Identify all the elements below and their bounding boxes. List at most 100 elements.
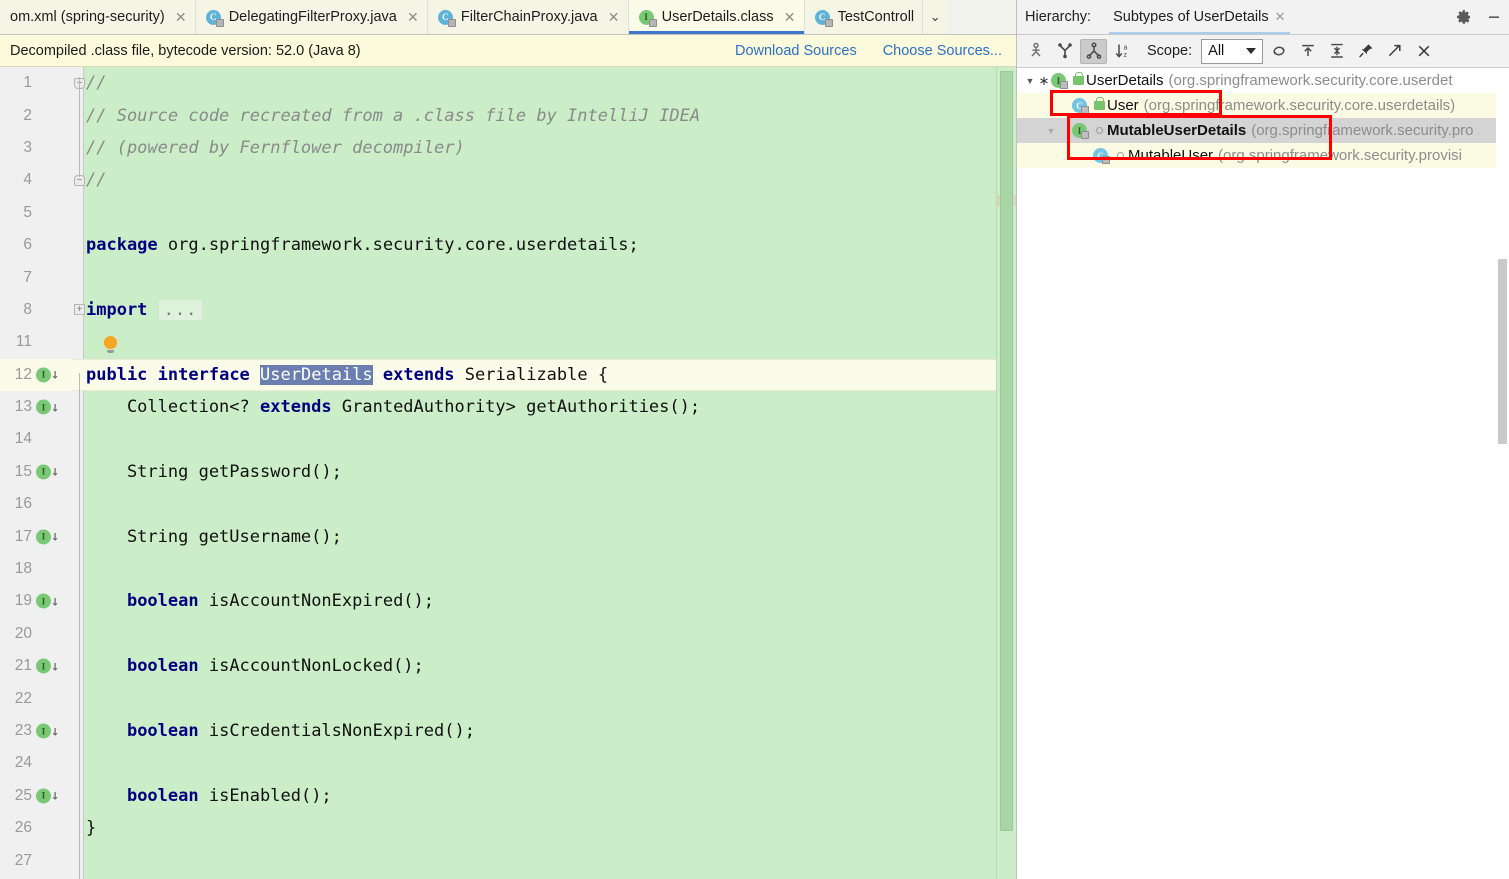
choose-sources-link[interactable]: Choose Sources... (883, 43, 1002, 59)
code-line[interactable]: −// (72, 67, 1016, 99)
code-line[interactable]: boolean isAccountNonLocked(); (72, 650, 1016, 682)
gutter-row[interactable]: 17 I ↓ (0, 520, 72, 552)
gutter-row[interactable]: 12 I ↓ (0, 358, 72, 391)
tab-overflow-chevron-down-icon[interactable]: ⌄ (923, 0, 948, 34)
gutter-row[interactable]: 18 (0, 553, 72, 585)
settings-gear-icon[interactable] (1449, 0, 1479, 34)
gutter-row[interactable]: 16 (0, 488, 72, 520)
gutter-row[interactable]: 3 (0, 132, 72, 164)
code-line[interactable]: boolean isAccountNonExpired(); (72, 585, 1016, 617)
hierarchy-tree-row[interactable]: ▼ ∗ I UserDetails (org.springframework.secur… (1017, 68, 1509, 93)
close-icon[interactable]: ✕ (784, 10, 796, 24)
hierarchy-tab-subtypes[interactable]: Subtypes of UserDetails ✕ (1109, 0, 1290, 34)
implemented-by-gutter-icon[interactable]: I ↓ (36, 367, 59, 383)
editor-tab-1[interactable]: C DelegatingFilterProxy.java ✕ (195, 0, 428, 34)
gutter-row[interactable]: 2 (0, 99, 72, 131)
code-line[interactable]: // Source code recreated from a .class f… (72, 99, 1016, 131)
code-line[interactable]: + import ... (72, 294, 1016, 326)
code-line[interactable] (72, 423, 1016, 455)
scope-select[interactable]: All (1201, 38, 1264, 64)
gutter-row[interactable]: 15 I ↓ (0, 456, 72, 488)
code-line[interactable]: // (powered by Fernflower decompiler) (72, 132, 1016, 164)
refresh-icon[interactable] (1265, 39, 1292, 64)
code-line[interactable]: Collection<? extends GrantedAuthority> g… (72, 391, 1016, 423)
code-line[interactable] (72, 488, 1016, 520)
gutter-row[interactable]: 21 I ↓ (0, 650, 72, 682)
gutter-row[interactable]: 6 (0, 229, 72, 261)
pin-icon[interactable] (1352, 39, 1379, 64)
hierarchy-scroll-thumb[interactable] (1498, 259, 1507, 444)
gutter-row[interactable]: 5 (0, 197, 72, 229)
type-hierarchy-icon[interactable] (1022, 39, 1049, 64)
gutter-row[interactable]: 1 (0, 67, 72, 99)
gutter-row[interactable]: 22 (0, 682, 72, 714)
subtypes-hierarchy-icon[interactable] (1080, 38, 1107, 64)
implemented-by-gutter-icon[interactable]: I ↓ (36, 593, 59, 609)
supertypes-hierarchy-icon[interactable] (1051, 39, 1078, 64)
implemented-by-gutter-icon[interactable]: I ↓ (36, 788, 59, 804)
gutter-row[interactable]: 26 (0, 812, 72, 844)
intention-bulb-icon[interactable] (104, 335, 117, 353)
sort-alphabetically-icon[interactable]: az (1109, 39, 1136, 64)
implemented-by-gutter-icon[interactable]: I ↓ (36, 658, 59, 674)
code-line[interactable] (72, 326, 1016, 358)
export-icon[interactable] (1381, 39, 1408, 64)
code-line[interactable] (72, 682, 1016, 714)
gutter-row[interactable]: 24 (0, 747, 72, 779)
editor-tab-0[interactable]: om.xml (spring-security) ✕ (0, 0, 196, 34)
hierarchy-tree-row[interactable]: ▼ I MutableUserDetails (org.springframework… (1017, 118, 1509, 143)
gutter-row[interactable]: 13 I ↓ (0, 391, 72, 423)
code-area[interactable]: 1 2 3 4 5 6 7 8 11 12 I ↓ 13 I ↓ 14 15 I ↓ 16 17 I ↓ 18 19 I ↓ 20 21… (0, 67, 1016, 879)
editor-vertical-scrollbar[interactable] (996, 67, 1016, 879)
code-line[interactable] (72, 197, 1016, 229)
expand-all-icon[interactable] (1294, 39, 1321, 64)
gutter-row[interactable]: 27 (0, 844, 72, 876)
code-line[interactable] (72, 553, 1016, 585)
implemented-by-gutter-icon[interactable]: I ↓ (36, 464, 59, 480)
editor-tab-4[interactable]: C TestControll (804, 0, 924, 34)
code-line[interactable]: public interface UserDetails extends Ser… (72, 358, 1016, 391)
implemented-by-gutter-icon[interactable]: I ↓ (36, 529, 59, 545)
fold-expand-icon[interactable]: + (74, 304, 85, 316)
minimize-icon[interactable] (1479, 0, 1509, 34)
gutter-row[interactable]: 7 (0, 261, 72, 293)
close-icon[interactable]: ✕ (175, 10, 187, 24)
close-icon[interactable]: ✕ (608, 10, 620, 24)
gutter-row[interactable]: 14 (0, 423, 72, 455)
implemented-by-gutter-icon[interactable]: I ↓ (36, 723, 59, 739)
chevron-down-icon[interactable]: ▼ (1022, 76, 1038, 86)
gutter-row[interactable]: 11 (0, 326, 72, 358)
code-line[interactable]: String getUsername(); (72, 520, 1016, 552)
code-line[interactable] (72, 261, 1016, 293)
chevron-down-icon[interactable]: ▼ (1043, 126, 1059, 136)
hierarchy-tree-row[interactable]: C User (org.springframework.security.core.… (1017, 93, 1509, 118)
gutter-row[interactable]: 20 (0, 618, 72, 650)
gutter-row[interactable]: 4 (0, 164, 72, 196)
code-line[interactable]: boolean isCredentialsNonExpired(); (72, 715, 1016, 747)
code-line[interactable]: package org.springframework.security.cor… (72, 229, 1016, 261)
editor-scroll-thumb[interactable] (1000, 71, 1013, 831)
gutter-row[interactable]: 23 I ↓ (0, 715, 72, 747)
collapse-all-icon[interactable] (1323, 39, 1350, 64)
hierarchy-vertical-scrollbar[interactable] (1496, 69, 1509, 879)
editor-tab-2[interactable]: C FilterChainProxy.java ✕ (427, 0, 629, 34)
code-line[interactable]: −// (72, 164, 1016, 196)
implemented-by-gutter-icon[interactable]: I ↓ (36, 399, 59, 415)
gutter-row[interactable]: 25 I ↓ (0, 780, 72, 812)
editor-gutter[interactable]: 1 2 3 4 5 6 7 8 11 12 I ↓ 13 I ↓ 14 15 I ↓ 16 17 I ↓ 18 19 I ↓ 20 21… (0, 67, 72, 879)
code-line[interactable]: } (72, 812, 1016, 844)
close-icon[interactable]: ✕ (1275, 9, 1286, 25)
editor-tab-3[interactable]: I UserDetails.class ✕ (628, 0, 805, 34)
code-line[interactable]: boolean isEnabled(); (72, 780, 1016, 812)
code-line[interactable] (72, 618, 1016, 650)
code-line[interactable] (72, 747, 1016, 779)
hierarchy-tree[interactable]: ▼ ∗ I UserDetails (org.springframework.secur… (1017, 68, 1509, 879)
gutter-row[interactable]: 19 I ↓ (0, 585, 72, 617)
close-icon[interactable] (1410, 39, 1437, 64)
code-content[interactable]: −// // Source code recreated from a .clas… (72, 67, 1016, 879)
code-line[interactable] (72, 844, 1016, 876)
code-line[interactable]: String getPassword(); (72, 456, 1016, 488)
close-icon[interactable]: ✕ (407, 10, 419, 24)
download-sources-link[interactable]: Download Sources (735, 43, 857, 59)
hierarchy-tree-row[interactable]: C MutableUser (org.springframework.securit… (1017, 143, 1509, 168)
